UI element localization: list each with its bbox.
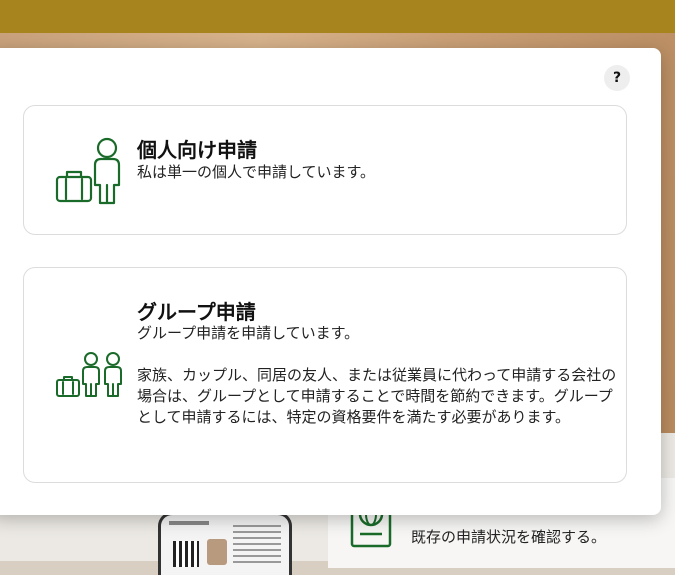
phone-status-bar	[169, 521, 209, 525]
traveler-with-suitcase-icon	[55, 137, 121, 205]
group-option-detail: 家族、カップル、同居の友人、または従業員に代わって申請する会社の場合は、グループ…	[137, 366, 617, 426]
group-travelers-icon	[56, 352, 122, 397]
top-header-bar	[0, 0, 675, 33]
document-lines	[233, 525, 281, 565]
phone-illustration	[158, 512, 292, 575]
group-option-description: グループ申請を申請しています。	[137, 324, 360, 342]
qr-code-image	[173, 541, 199, 567]
group-option-title: グループ申請	[137, 300, 256, 324]
individual-application-option[interactable]: 個人向け申請 私は単一の個人で申請しています。	[23, 105, 627, 235]
individual-option-description: 私は単一の個人で申請しています。	[137, 163, 376, 181]
individual-option-title: 個人向け申請	[137, 138, 257, 162]
passport-photo	[207, 539, 227, 565]
check-status-description: 既存の申請状況を確認する。	[411, 528, 607, 546]
help-button[interactable]: ?	[604, 65, 630, 91]
group-application-option[interactable]: グループ申請 グループ申請を申請しています。 家族、カップル、同居の友人、または…	[23, 267, 627, 483]
